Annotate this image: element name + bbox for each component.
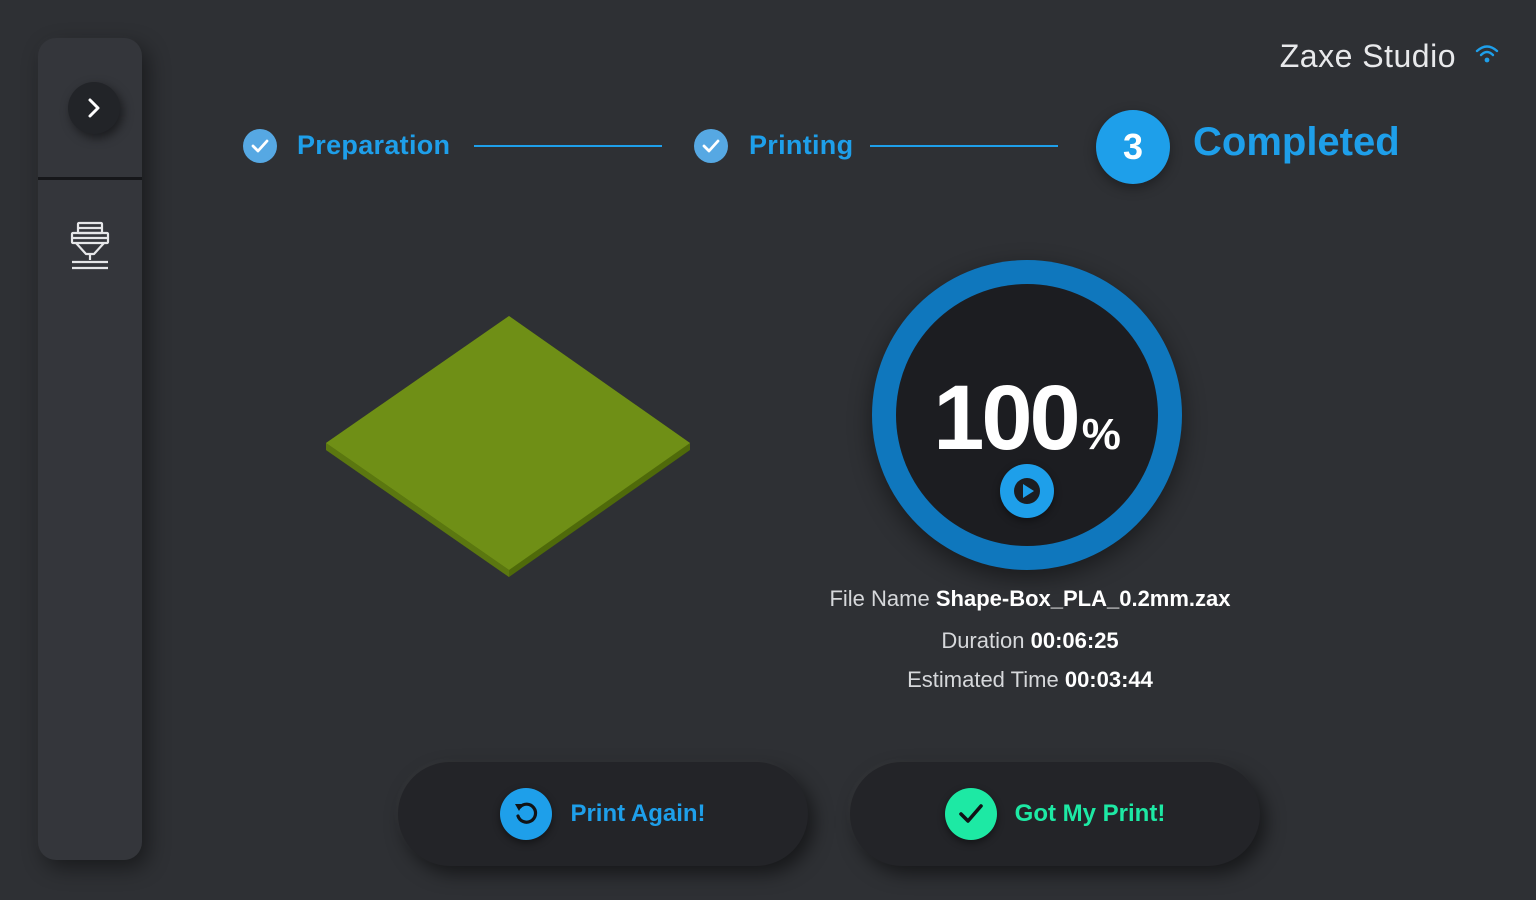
got-my-print-button[interactable]: Got My Print! (850, 762, 1260, 866)
estimated-time-value: 00:03:44 (1064, 667, 1153, 692)
brand-title: Zaxe Studio (1279, 38, 1456, 74)
estimated-time-row: Estimated Time 00:03:44 (760, 667, 1300, 693)
step-completed-number: 3 (1096, 110, 1170, 184)
step-preparation-label: Preparation (297, 130, 451, 160)
reprint-icon (500, 788, 553, 840)
step-connector (870, 145, 1058, 147)
estimated-time-label: Estimated Time (907, 667, 1059, 692)
progress-value: 100 (933, 367, 1080, 469)
check-icon (944, 788, 997, 840)
progress-unit: % (1081, 410, 1121, 459)
duration-value: 00:06:25 (1030, 628, 1119, 653)
printer-icon[interactable] (66, 218, 114, 272)
play-icon (1014, 478, 1040, 504)
sidebar-divider (38, 177, 142, 180)
progress-ring-center: 100% (896, 284, 1158, 546)
step-connector (474, 145, 662, 147)
step-printing-check-icon (694, 129, 728, 163)
file-name-row: File Name Shape-Box_PLA_0.2mm.zax (760, 586, 1300, 612)
model-preview (326, 316, 690, 577)
file-name-label: File Name (829, 586, 930, 611)
chevron-right-icon (88, 98, 100, 118)
print-again-label: Print Again! (570, 800, 706, 827)
sidebar (38, 38, 142, 860)
step-completed-label: Completed (1193, 120, 1400, 164)
duration-row: Duration 00:06:25 (760, 628, 1300, 654)
sidebar-toggle-button[interactable] (68, 82, 120, 134)
progress-percentage: 100% (896, 372, 1158, 464)
progress-ring: 100% (872, 260, 1182, 570)
print-again-button[interactable]: Print Again! (398, 762, 808, 866)
file-name-value: Shape-Box_PLA_0.2mm.zax (935, 586, 1231, 611)
play-timelapse-button[interactable] (1000, 464, 1054, 518)
duration-label: Duration (941, 628, 1025, 653)
step-preparation-check-icon (243, 129, 277, 163)
step-printing-label: Printing (749, 130, 854, 160)
got-my-print-label: Got My Print! (1014, 800, 1166, 827)
wifi-icon (1475, 45, 1499, 63)
